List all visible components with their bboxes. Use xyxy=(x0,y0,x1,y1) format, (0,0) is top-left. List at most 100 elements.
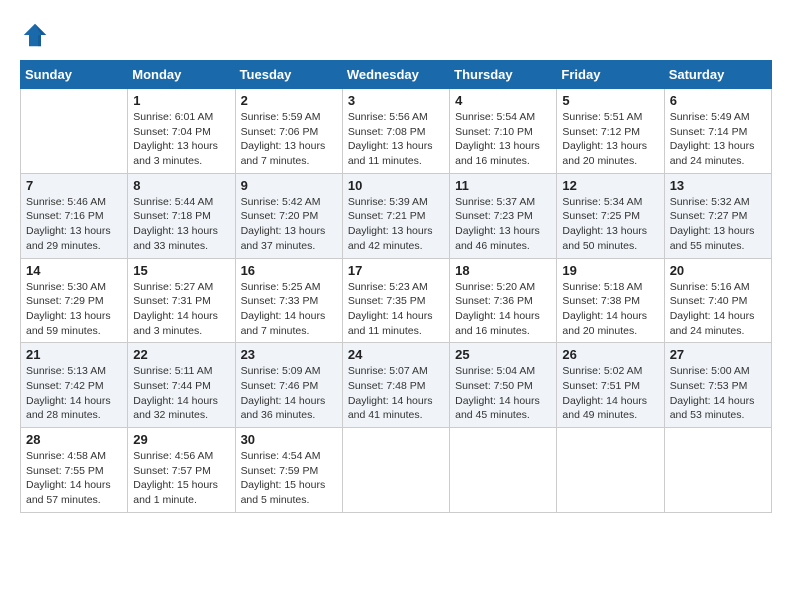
day-number: 11 xyxy=(455,178,551,193)
calendar-cell: 29 Sunrise: 4:56 AMSunset: 7:57 PMDayligh… xyxy=(128,428,235,513)
day-info: Sunrise: 5:09 AMSunset: 7:46 PMDaylight:… xyxy=(241,364,337,423)
calendar-week-row: 1 Sunrise: 6:01 AMSunset: 7:04 PMDaylight… xyxy=(21,89,772,174)
calendar-cell: 9 Sunrise: 5:42 AMSunset: 7:20 PMDaylight… xyxy=(235,173,342,258)
day-info: Sunrise: 5:13 AMSunset: 7:42 PMDaylight:… xyxy=(26,364,122,423)
calendar-cell: 24Sunrise: 5:07 AMSunset: 7:48 PMDayligh… xyxy=(342,343,449,428)
day-number: 18 xyxy=(455,263,551,278)
calendar-cell: 28 Sunrise: 4:58 AMSunset: 7:55 PMDayligh… xyxy=(21,428,128,513)
day-info: Sunrise: 5:32 AMSunset: 7:27 PMDaylight:… xyxy=(670,195,766,254)
calendar-cell: 22Sunrise: 5:11 AMSunset: 7:44 PMDayligh… xyxy=(128,343,235,428)
calendar-week-row: 14 Sunrise: 5:30 AMSunset: 7:29 PMDayligh… xyxy=(21,258,772,343)
day-info: Sunrise: 4:54 AMSunset: 7:59 PMDaylight:… xyxy=(241,449,337,508)
calendar-table: SundayMondayTuesdayWednesdayThursdayFrid… xyxy=(20,60,772,513)
calendar-cell: 12Sunrise: 5:34 AMSunset: 7:25 PMDayligh… xyxy=(557,173,664,258)
calendar-cell xyxy=(450,428,557,513)
day-info: Sunrise: 5:42 AMSunset: 7:20 PMDaylight:… xyxy=(241,195,337,254)
calendar-cell: 15 Sunrise: 5:27 AMSunset: 7:31 PMDayligh… xyxy=(128,258,235,343)
day-number: 13 xyxy=(670,178,766,193)
calendar-cell: 17 Sunrise: 5:23 AMSunset: 7:35 PMDayligh… xyxy=(342,258,449,343)
calendar-cell: 6 Sunrise: 5:49 AMSunset: 7:14 PMDaylight… xyxy=(664,89,771,174)
day-number: 19 xyxy=(562,263,658,278)
day-info: Sunrise: 5:23 AMSunset: 7:35 PMDaylight:… xyxy=(348,280,444,339)
day-number: 3 xyxy=(348,93,444,108)
day-number: 26 xyxy=(562,347,658,362)
calendar-cell: 18 Sunrise: 5:20 AMSunset: 7:36 PMDayligh… xyxy=(450,258,557,343)
calendar-cell: 21Sunrise: 5:13 AMSunset: 7:42 PMDayligh… xyxy=(21,343,128,428)
calendar-cell xyxy=(557,428,664,513)
calendar-cell: 16Sunrise: 5:25 AMSunset: 7:33 PMDayligh… xyxy=(235,258,342,343)
day-info: Sunrise: 5:00 AMSunset: 7:53 PMDaylight:… xyxy=(670,364,766,423)
calendar-week-row: 7 Sunrise: 5:46 AMSunset: 7:16 PMDaylight… xyxy=(21,173,772,258)
day-info: Sunrise: 5:27 AMSunset: 7:31 PMDaylight:… xyxy=(133,280,229,339)
day-number: 6 xyxy=(670,93,766,108)
weekday-header-friday: Friday xyxy=(557,61,664,89)
day-number: 27 xyxy=(670,347,766,362)
day-number: 8 xyxy=(133,178,229,193)
calendar-cell: 11 Sunrise: 5:37 AMSunset: 7:23 PMDayligh… xyxy=(450,173,557,258)
day-number: 28 xyxy=(26,432,122,447)
weekday-header-saturday: Saturday xyxy=(664,61,771,89)
logo xyxy=(20,20,54,50)
calendar-cell: 4 Sunrise: 5:54 AMSunset: 7:10 PMDaylight… xyxy=(450,89,557,174)
day-number: 1 xyxy=(133,93,229,108)
day-number: 7 xyxy=(26,178,122,193)
day-number: 14 xyxy=(26,263,122,278)
day-number: 23 xyxy=(241,347,337,362)
day-info: Sunrise: 4:58 AMSunset: 7:55 PMDaylight:… xyxy=(26,449,122,508)
day-info: Sunrise: 5:56 AMSunset: 7:08 PMDaylight:… xyxy=(348,110,444,169)
calendar-cell: 1 Sunrise: 6:01 AMSunset: 7:04 PMDaylight… xyxy=(128,89,235,174)
day-number: 24 xyxy=(348,347,444,362)
calendar-header: SundayMondayTuesdayWednesdayThursdayFrid… xyxy=(21,61,772,89)
calendar-cell: 20 Sunrise: 5:16 AMSunset: 7:40 PMDayligh… xyxy=(664,258,771,343)
day-info: Sunrise: 5:02 AMSunset: 7:51 PMDaylight:… xyxy=(562,364,658,423)
calendar-cell: 2 Sunrise: 5:59 AMSunset: 7:06 PMDaylight… xyxy=(235,89,342,174)
day-number: 16 xyxy=(241,263,337,278)
calendar-cell: 5 Sunrise: 5:51 AMSunset: 7:12 PMDaylight… xyxy=(557,89,664,174)
day-info: Sunrise: 5:39 AMSunset: 7:21 PMDaylight:… xyxy=(348,195,444,254)
day-info: Sunrise: 5:37 AMSunset: 7:23 PMDaylight:… xyxy=(455,195,551,254)
day-number: 9 xyxy=(241,178,337,193)
day-info: Sunrise: 5:18 AMSunset: 7:38 PMDaylight:… xyxy=(562,280,658,339)
day-info: Sunrise: 4:56 AMSunset: 7:57 PMDaylight:… xyxy=(133,449,229,508)
calendar-cell: 10Sunrise: 5:39 AMSunset: 7:21 PMDayligh… xyxy=(342,173,449,258)
day-number: 17 xyxy=(348,263,444,278)
calendar-week-row: 21Sunrise: 5:13 AMSunset: 7:42 PMDayligh… xyxy=(21,343,772,428)
logo-icon xyxy=(20,20,50,50)
calendar-cell: 8 Sunrise: 5:44 AMSunset: 7:18 PMDaylight… xyxy=(128,173,235,258)
calendar-cell xyxy=(21,89,128,174)
day-number: 2 xyxy=(241,93,337,108)
day-info: Sunrise: 5:49 AMSunset: 7:14 PMDaylight:… xyxy=(670,110,766,169)
day-info: Sunrise: 5:44 AMSunset: 7:18 PMDaylight:… xyxy=(133,195,229,254)
day-info: Sunrise: 5:54 AMSunset: 7:10 PMDaylight:… xyxy=(455,110,551,169)
day-number: 29 xyxy=(133,432,229,447)
day-number: 15 xyxy=(133,263,229,278)
day-number: 20 xyxy=(670,263,766,278)
weekday-header-wednesday: Wednesday xyxy=(342,61,449,89)
day-number: 5 xyxy=(562,93,658,108)
calendar-cell xyxy=(664,428,771,513)
day-number: 30 xyxy=(241,432,337,447)
day-info: Sunrise: 6:01 AMSunset: 7:04 PMDaylight:… xyxy=(133,110,229,169)
weekday-header-monday: Monday xyxy=(128,61,235,89)
weekday-header-tuesday: Tuesday xyxy=(235,61,342,89)
day-info: Sunrise: 5:11 AMSunset: 7:44 PMDaylight:… xyxy=(133,364,229,423)
calendar-cell: 13 Sunrise: 5:32 AMSunset: 7:27 PMDayligh… xyxy=(664,173,771,258)
day-info: Sunrise: 5:51 AMSunset: 7:12 PMDaylight:… xyxy=(562,110,658,169)
day-info: Sunrise: 5:20 AMSunset: 7:36 PMDaylight:… xyxy=(455,280,551,339)
day-info: Sunrise: 5:30 AMSunset: 7:29 PMDaylight:… xyxy=(26,280,122,339)
calendar-cell: 26 Sunrise: 5:02 AMSunset: 7:51 PMDayligh… xyxy=(557,343,664,428)
day-number: 25 xyxy=(455,347,551,362)
day-info: Sunrise: 5:46 AMSunset: 7:16 PMDaylight:… xyxy=(26,195,122,254)
day-number: 4 xyxy=(455,93,551,108)
calendar-cell: 25Sunrise: 5:04 AMSunset: 7:50 PMDayligh… xyxy=(450,343,557,428)
day-info: Sunrise: 5:16 AMSunset: 7:40 PMDaylight:… xyxy=(670,280,766,339)
day-info: Sunrise: 5:59 AMSunset: 7:06 PMDaylight:… xyxy=(241,110,337,169)
calendar-cell: 3 Sunrise: 5:56 AMSunset: 7:08 PMDaylight… xyxy=(342,89,449,174)
calendar-body: 1 Sunrise: 6:01 AMSunset: 7:04 PMDaylight… xyxy=(21,89,772,513)
calendar-cell: 30 Sunrise: 4:54 AMSunset: 7:59 PMDayligh… xyxy=(235,428,342,513)
calendar-cell: 23 Sunrise: 5:09 AMSunset: 7:46 PMDayligh… xyxy=(235,343,342,428)
weekday-header-sunday: Sunday xyxy=(21,61,128,89)
calendar-cell xyxy=(342,428,449,513)
calendar-cell: 19 Sunrise: 5:18 AMSunset: 7:38 PMDayligh… xyxy=(557,258,664,343)
weekday-header-thursday: Thursday xyxy=(450,61,557,89)
